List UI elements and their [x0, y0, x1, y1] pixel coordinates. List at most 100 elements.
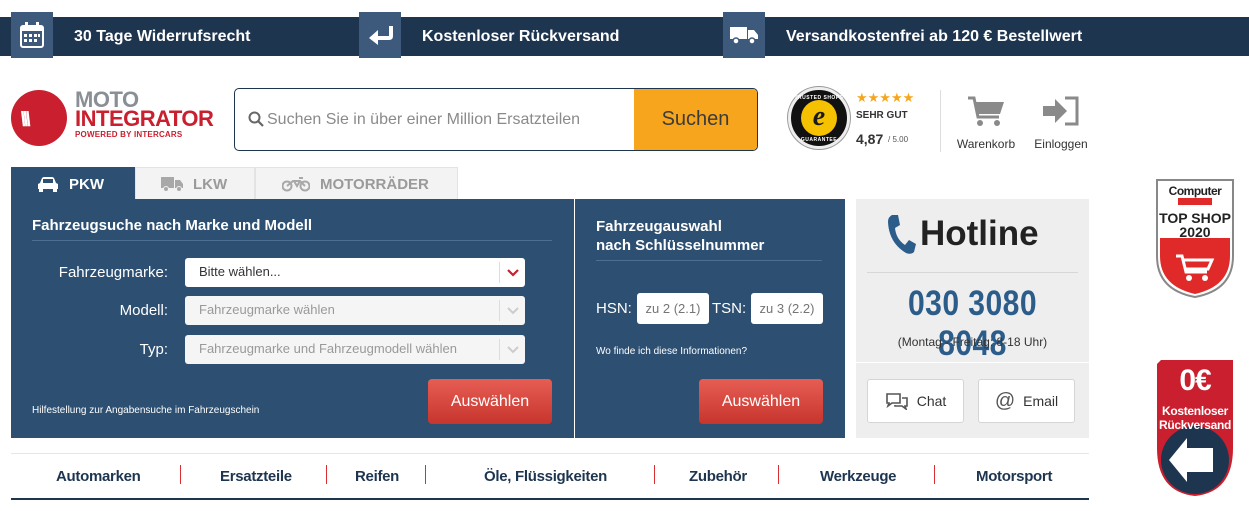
- nav-item-werkzeuge[interactable]: Werkzeuge: [820, 468, 897, 485]
- calendar-icon: [11, 12, 53, 58]
- nav-separator: [778, 465, 779, 484]
- hsn-input[interactable]: [637, 293, 709, 324]
- login-label: Einloggen: [1034, 137, 1088, 151]
- page: 30 Tage Widerrufsrecht Kostenloser Rückv…: [0, 0, 1249, 511]
- nav-separator: [180, 465, 181, 484]
- divider: [32, 240, 552, 241]
- model-row: Modell: Fahrzeugmarke wählen: [11, 296, 574, 325]
- tab-pkw[interactable]: PKW: [11, 167, 135, 200]
- hotline-hours: (Montag - Freitag: 8-18 Uhr): [897, 335, 1048, 349]
- email-button[interactable]: @ Email: [978, 379, 1075, 423]
- chat-button[interactable]: Chat: [867, 379, 964, 423]
- badge-text-1: Kostenloser: [1161, 404, 1229, 418]
- vehicle-help-link[interactable]: Hilfestellung zur Angabensuche im Fahrze…: [32, 405, 259, 416]
- tsn-input[interactable]: [751, 293, 823, 324]
- seal-bottom-text: GUARANTEE: [800, 137, 838, 143]
- nav-item-motorsport[interactable]: Motorsport: [976, 468, 1052, 485]
- badge-text-2: Rückversand: [1158, 418, 1232, 432]
- main-nav: Automarken Ersatzteile Reifen Öle, Flüss…: [11, 453, 1089, 500]
- hotline-phone[interactable]: 030 3080 8048: [872, 284, 1072, 364]
- chevron-down-icon: [499, 262, 525, 283]
- benefit-free-return: Kostenloser Rückversand: [359, 12, 620, 58]
- motorcycle-icon: [282, 176, 310, 192]
- trusted-shops-widget[interactable]: TRUSTED SHOPS e GUARANTEE ★★★★★ SEHR GUT…: [788, 87, 928, 151]
- header-divider: [940, 90, 941, 152]
- login-icon: [1026, 90, 1096, 132]
- type-label: Typ:: [139, 341, 168, 358]
- cart-label: Warenkorb: [956, 137, 1016, 151]
- key-title-line1: Fahrzeugauswahl: [596, 218, 722, 235]
- make-select-value: Bitte wählen...: [199, 264, 281, 279]
- login-button[interactable]: Einloggen: [1026, 90, 1096, 151]
- key-number-title: Fahrzeugauswahl nach Schlüsselnummer: [596, 217, 764, 255]
- type-select-value: Fahrzeugmarke und Fahrzeugmodell wählen: [199, 341, 457, 356]
- tab-motorraeder[interactable]: MOTORRÄDER: [255, 167, 458, 200]
- search-icon: [248, 111, 264, 132]
- nav-separator: [654, 465, 655, 484]
- truck-icon: [723, 12, 765, 58]
- key-select-button[interactable]: Auswählen: [699, 379, 823, 424]
- model-label: Modell:: [119, 302, 168, 319]
- logo-line2: INTEGRATOR: [75, 106, 214, 131]
- nav-separator: [934, 465, 935, 484]
- vehicle-search-title: Fahrzeugsuche nach Marke und Modell: [32, 217, 313, 234]
- divider: [867, 272, 1078, 273]
- nav-item-automarken[interactable]: Automarken: [56, 468, 141, 485]
- tsn-label: TSN:: [712, 300, 747, 317]
- chevron-down-icon: [499, 339, 525, 360]
- hsn-label: HSN:: [596, 300, 632, 317]
- logo-mark: \\\: [11, 90, 67, 146]
- chat-label: Chat: [916, 393, 947, 409]
- nav-item-ersatzteile[interactable]: Ersatzteile: [220, 468, 292, 485]
- at-sign-icon: @: [994, 389, 1016, 412]
- nav-item-oele[interactable]: Öle, Flüssigkeiten: [484, 468, 607, 485]
- type-row: Typ: Fahrzeugmarke und Fahrzeugmodell wä…: [11, 335, 574, 364]
- seal-e-logo: e: [801, 100, 837, 136]
- chevron-down-icon: [499, 300, 525, 321]
- key-help-link[interactable]: Wo finde ich diese Informationen?: [596, 346, 747, 357]
- chat-icon: [885, 392, 909, 410]
- nav-item-reifen[interactable]: Reifen: [355, 468, 399, 485]
- nav-separator: [326, 465, 327, 484]
- computer-bild-badge[interactable]: Computer TOP SHOP 2020: [1155, 178, 1235, 299]
- search-button[interactable]: Suchen: [634, 89, 757, 150]
- rating-score: 4,87: [856, 131, 884, 147]
- badge-year: 2020: [1179, 224, 1211, 240]
- tab-label: LKW: [193, 175, 228, 193]
- car-icon: [37, 176, 59, 192]
- rating-stars: ★★★★★: [856, 90, 915, 105]
- truck-icon: [161, 176, 183, 192]
- search-box: Suchen: [234, 88, 758, 151]
- tab-lkw[interactable]: LKW: [135, 167, 255, 200]
- tab-label: PKW: [69, 175, 104, 193]
- make-label: Fahrzeugmarke:: [58, 264, 168, 281]
- hotline-heading: Hotline: [886, 213, 1039, 255]
- rating-grade: SEHR GUT: [856, 110, 908, 121]
- benefit-label: Kostenloser Rückversand: [422, 27, 620, 45]
- make-row: Fahrzeugmarke: Bitte wählen...: [11, 258, 574, 287]
- cart-icon: [951, 90, 1021, 132]
- hotline-box: Hotline 030 3080 8048 (Montag - Freitag:…: [856, 199, 1089, 438]
- model-select[interactable]: Fahrzeugmarke wählen: [185, 296, 525, 325]
- cart-button[interactable]: Warenkorb: [951, 90, 1021, 151]
- site-logo[interactable]: \\\ MOTO INTEGRATOR POWERED BY INTERCARS: [11, 88, 214, 148]
- phone-icon: [886, 213, 916, 255]
- benefit-label: Versandkostenfrei ab 120 € Bestellwert: [786, 27, 1083, 45]
- free-return-badge[interactable]: 0€ Kostenloser Rückversand: [1157, 360, 1233, 496]
- key-title-line2: nach Schlüsselnummer: [596, 237, 765, 254]
- email-label: Email: [1023, 393, 1059, 409]
- divider: [856, 362, 1089, 363]
- type-select[interactable]: Fahrzeugmarke und Fahrzeugmodell wählen: [185, 335, 525, 364]
- badge-price: 0€: [1179, 364, 1211, 397]
- hotline-title: Hotline: [920, 214, 1039, 253]
- badge-brand: Computer: [1168, 184, 1222, 198]
- benefit-bar: 30 Tage Widerrufsrecht Kostenloser Rückv…: [0, 12, 1249, 58]
- benefit-label: 30 Tage Widerrufsrecht: [74, 27, 251, 45]
- benefit-free-shipping: Versandkostenfrei ab 120 € Bestellwert: [723, 12, 1083, 58]
- nav-item-zubehoer[interactable]: Zubehör: [689, 468, 747, 485]
- return-arrow-icon: [359, 12, 401, 58]
- benefit-return-right: 30 Tage Widerrufsrecht: [11, 12, 251, 58]
- make-select[interactable]: Bitte wählen...: [185, 258, 525, 287]
- search-input[interactable]: [267, 103, 627, 137]
- vehicle-select-button[interactable]: Auswählen: [428, 379, 552, 424]
